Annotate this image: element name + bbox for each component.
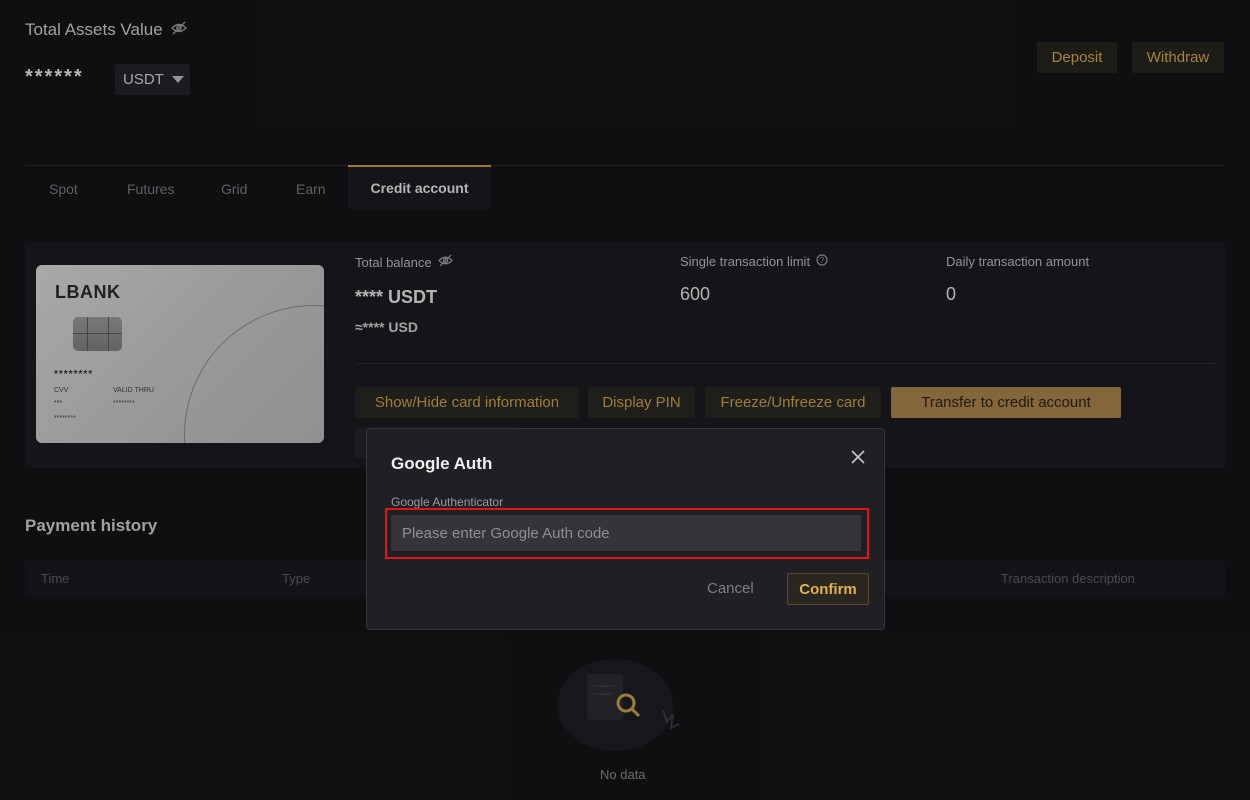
google-authenticator-label: Google Authenticator [391,495,504,509]
cancel-button[interactable]: Cancel [707,580,754,597]
modal-overlay[interactable] [0,0,1250,800]
close-icon[interactable] [848,447,868,467]
google-auth-code-input[interactable] [391,515,861,551]
confirm-button[interactable]: Confirm [787,573,869,605]
dialog-title: Google Auth [391,454,493,473]
assets-page: Total Assets Value ****** USDT Deposit W… [0,0,1250,800]
google-auth-dialog: Google Auth Google Authenticator Cancel … [366,428,885,630]
